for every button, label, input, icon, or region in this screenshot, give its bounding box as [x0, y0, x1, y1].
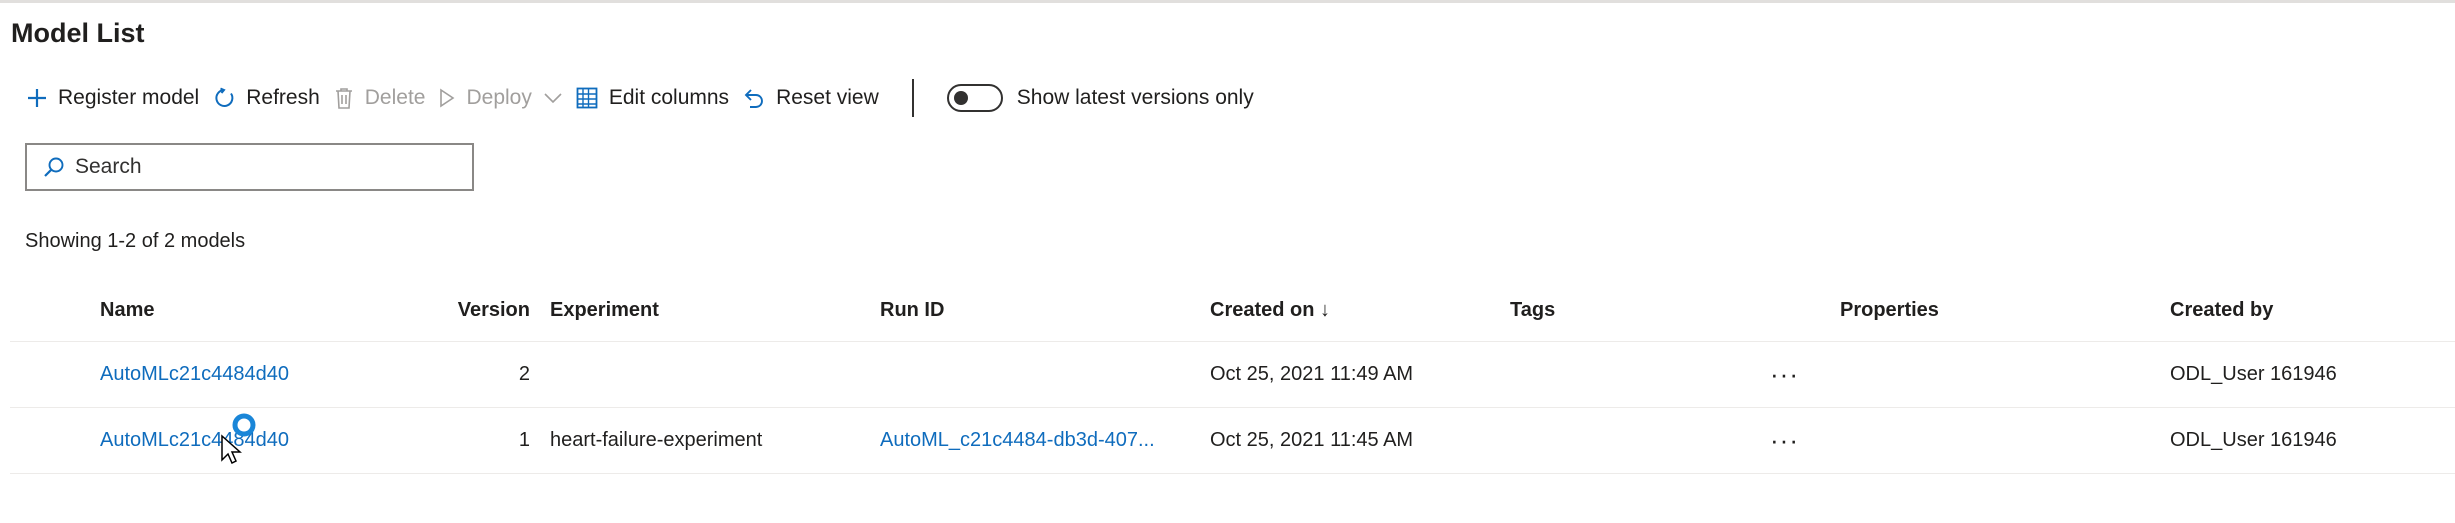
play-icon	[440, 88, 455, 108]
delete-label: Delete	[364, 86, 426, 109]
model-created-on: Oct 25, 2021 11:49 AM	[1210, 363, 1414, 385]
table-row[interactable]: AutoMLc21c4484d40 2 Oct 25, 2021 11:49 A…	[10, 342, 2455, 408]
deploy-label: Deploy	[466, 86, 532, 109]
loading-cursor-icon	[221, 413, 256, 464]
chevron-down-icon	[544, 93, 562, 104]
search-icon	[44, 157, 64, 177]
run-id-link[interactable]: AutoML_c21c4484-db3d-407...	[880, 408, 1155, 473]
register-model-button[interactable]: Register model	[20, 78, 206, 118]
page-title: Model List	[11, 18, 145, 48]
model-created-by: ODL_User 161946	[2170, 429, 2337, 451]
latest-versions-label: Show latest versions only	[1016, 86, 1254, 109]
undo-icon	[744, 89, 764, 108]
toolbar: Register model Refresh Delete Deploy Edi…	[20, 78, 1254, 118]
deploy-button[interactable]: Deploy	[432, 78, 568, 118]
search-input[interactable]	[75, 155, 455, 179]
results-count: Showing 1-2 of 2 models	[25, 230, 246, 252]
column-header-tags[interactable]: Tags	[1510, 279, 1555, 341]
column-header-created-on[interactable]: Created on ↓	[1210, 279, 1330, 341]
model-created-on: Oct 25, 2021 11:45 AM	[1210, 429, 1414, 451]
register-model-label: Register model	[58, 86, 200, 109]
column-header-experiment[interactable]: Experiment	[550, 279, 659, 341]
toggle-knob	[953, 91, 968, 105]
refresh-label: Refresh	[246, 86, 320, 109]
toolbar-divider	[911, 79, 914, 117]
table-row[interactable]: AutoMLc21c4484d40 1 heart-failure-experi…	[10, 408, 2455, 474]
column-header-properties[interactable]: Properties	[1840, 279, 1939, 341]
model-table: Name Version Experiment Run ID Created o…	[10, 279, 2455, 474]
more-options-icon[interactable]: ···	[1770, 408, 1799, 473]
model-version: 2	[518, 363, 530, 385]
table-header: Name Version Experiment Run ID Created o…	[10, 279, 2455, 342]
delete-button[interactable]: Delete	[327, 78, 433, 118]
model-version: 1	[518, 429, 530, 451]
model-experiment: heart-failure-experiment	[550, 429, 763, 451]
reset-view-label: Reset view	[776, 86, 879, 109]
trash-icon	[335, 88, 352, 109]
latest-versions-toggle[interactable]	[946, 84, 1003, 112]
column-header-version[interactable]: Version	[390, 279, 530, 341]
latest-versions-toggle-group: Show latest versions only	[946, 84, 1254, 112]
refresh-icon	[215, 87, 234, 107]
reset-view-button[interactable]: Reset view	[736, 78, 886, 118]
edit-columns-label: Edit columns	[608, 86, 730, 109]
model-name-link[interactable]: AutoMLc21c4484d40	[100, 342, 289, 407]
refresh-button[interactable]: Refresh	[206, 78, 327, 118]
column-header-created-by[interactable]: Created by	[2170, 279, 2273, 341]
edit-columns-button[interactable]: Edit columns	[569, 78, 736, 118]
column-header-name[interactable]: Name	[100, 279, 154, 341]
column-header-run-id[interactable]: Run ID	[880, 279, 944, 341]
more-options-icon[interactable]: ···	[1770, 342, 1799, 407]
model-created-by: ODL_User 161946	[2170, 363, 2337, 385]
plus-icon	[28, 89, 46, 107]
table-icon	[576, 87, 598, 109]
top-border	[0, 0, 2455, 3]
search-box	[25, 143, 474, 191]
